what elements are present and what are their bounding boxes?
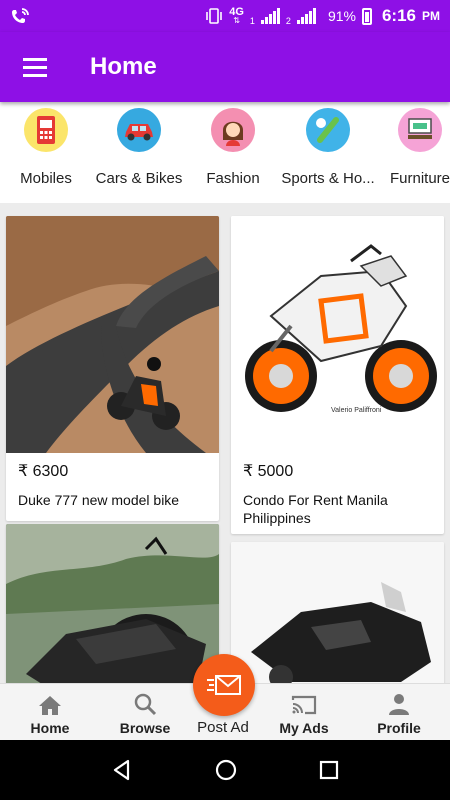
- listing-card[interactable]: ₹ 6300 Duke 777 new model bike: [6, 216, 219, 521]
- sim1-label: 1: [249, 16, 255, 26]
- category-label: Mobiles: [20, 170, 72, 187]
- nav-profile[interactable]: Profile: [354, 684, 444, 741]
- back-icon[interactable]: [110, 758, 134, 782]
- vibrate-icon: [206, 8, 223, 24]
- nav-home[interactable]: Home: [5, 684, 95, 741]
- category-label: Furniture: [389, 170, 450, 187]
- signal-icon-sim2: [296, 8, 316, 24]
- home-icon: [39, 696, 61, 715]
- car-icon: [117, 108, 161, 152]
- app-bar: Home: [0, 32, 450, 102]
- category-label: Cars & Bikes: [95, 170, 183, 187]
- listing-title: Duke 777 new model bike: [18, 492, 180, 508]
- listing-image: [6, 524, 219, 683]
- category-label: Sports & Ho...: [281, 170, 375, 187]
- recents-icon[interactable]: [318, 759, 340, 781]
- cast-icon: [291, 695, 317, 715]
- category-fashion[interactable]: Fashion: [183, 108, 283, 187]
- nav-profile-label: Profile: [377, 720, 421, 736]
- search-icon: [134, 693, 157, 716]
- person-icon: [389, 694, 409, 715]
- status-bar: 4G ⇅ 1 2 91% 6:16 PM: [0, 0, 450, 32]
- listing-price: ₹ 5000: [243, 463, 294, 480]
- listing-image: [231, 542, 444, 683]
- signal-icon-sim1: [260, 8, 280, 24]
- nav-browse-label: Browse: [119, 720, 171, 736]
- category-furniture[interactable]: Furniture: [370, 108, 450, 187]
- sim2-label: 2: [285, 16, 291, 26]
- category-strip[interactable]: Mobiles Cars & Bikes Fashion Sports & Ho…: [0, 102, 450, 203]
- category-cars-bikes[interactable]: Cars & Bikes: [89, 108, 189, 187]
- send-mail-icon: [207, 675, 241, 695]
- post-ad-button[interactable]: [193, 654, 255, 716]
- menu-icon[interactable]: [0, 32, 70, 102]
- sports-icon: [306, 108, 350, 152]
- nav-my-ads[interactable]: My Ads: [259, 684, 349, 741]
- mobiles-icon: [24, 108, 68, 152]
- home-circle-icon[interactable]: [214, 758, 238, 782]
- fashion-icon: [211, 108, 255, 152]
- listing-card[interactable]: [6, 524, 219, 683]
- network-type: 4G ⇅: [229, 6, 244, 25]
- category-label: Fashion: [206, 170, 260, 187]
- nav-my-ads-label: My Ads: [279, 720, 329, 736]
- page-title: Home: [90, 53, 157, 80]
- listings-feed[interactable]: ₹ 6300 Duke 777 new model bike Valerio P…: [0, 203, 450, 683]
- battery-percent: 91%: [327, 8, 356, 24]
- listing-image: [6, 216, 219, 453]
- phone-wifi-icon: [12, 8, 29, 23]
- battery-icon: [361, 7, 372, 25]
- category-sports[interactable]: Sports & Ho...: [278, 108, 378, 187]
- nav-post-ad-label: Post Ad: [197, 719, 249, 736]
- svg-text:Valerio Paliffroni: Valerio Paliffroni: [331, 407, 382, 414]
- clock: 6:16: [381, 6, 416, 25]
- furniture-icon: [398, 108, 442, 152]
- nav-browse[interactable]: Browse: [100, 684, 190, 741]
- nav-home-label: Home: [30, 720, 70, 736]
- listing-card[interactable]: Valerio Paliffroni ₹ 5000 Condo For Rent…: [231, 216, 444, 534]
- category-mobiles[interactable]: Mobiles: [0, 108, 96, 187]
- listing-price: ₹ 6300: [18, 463, 69, 480]
- listing-image: Valerio Paliffroni: [231, 216, 444, 453]
- system-nav-bar: [0, 740, 450, 800]
- clock-ampm: PM: [422, 9, 440, 23]
- listing-title: Condo For Rent Manila Philippines: [243, 492, 388, 526]
- listing-card[interactable]: [231, 542, 444, 683]
